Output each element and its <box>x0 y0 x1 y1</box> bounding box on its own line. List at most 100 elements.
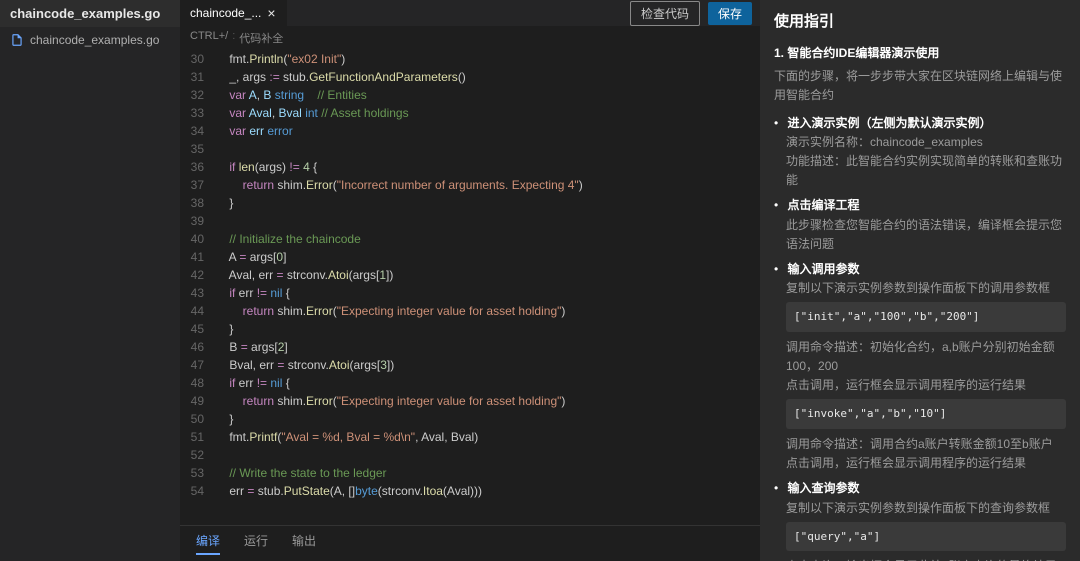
line-source[interactable]: fmt.Println("ex02 Init") <box>216 50 345 68</box>
line-number: 51 <box>180 428 216 446</box>
tab-bar: chaincode_... × 检查代码 保存 <box>180 0 760 26</box>
close-icon[interactable]: × <box>267 6 275 20</box>
code-editor[interactable]: 30 fmt.Println("ex02 Init")31 _, args :=… <box>180 50 760 525</box>
file-tree: chaincode_examples.go <box>0 27 180 561</box>
code-line[interactable]: 37 return shim.Error("Incorrect number o… <box>180 176 760 194</box>
line-source[interactable]: } <box>216 410 233 428</box>
line-number: 50 <box>180 410 216 428</box>
line-source[interactable]: A = args[0] <box>216 248 286 266</box>
guide-panel[interactable]: 使用指引 1. 智能合约IDE编辑器演示使用 下面的步骤，将一步步带大家在区块链… <box>760 0 1080 561</box>
line-source[interactable]: var err error <box>216 122 293 140</box>
line-source[interactable]: return shim.Error("Incorrect number of a… <box>216 176 583 194</box>
line-source[interactable]: err = stub.PutState(A, []byte(strconv.It… <box>216 482 482 500</box>
line-number: 45 <box>180 320 216 338</box>
file-explorer: chaincode_examples.go chaincode_examples… <box>0 0 180 561</box>
line-source[interactable]: B = args[2] <box>216 338 288 356</box>
line-source[interactable]: fmt.Printf("Aval = %d, Bval = %d\n", Ava… <box>216 428 478 446</box>
guide-section-1: 1. 智能合约IDE编辑器演示使用 <box>774 44 1066 63</box>
code-line[interactable]: 38 } <box>180 194 760 212</box>
code-line[interactable]: 34 var err error <box>180 122 760 140</box>
code-line[interactable]: 42 Aval, err = strconv.Atoi(args[1]) <box>180 266 760 284</box>
line-source[interactable]: if err != nil { <box>216 374 290 392</box>
code-line[interactable]: 40 // Initialize the chaincode <box>180 230 760 248</box>
output-tab-bar: 编译 运行 输出 <box>180 525 760 561</box>
code-line[interactable]: 45 } <box>180 320 760 338</box>
code-sample-init[interactable]: ["init","a","100","b","200"] <box>786 302 1066 332</box>
line-number: 44 <box>180 302 216 320</box>
line-number: 49 <box>180 392 216 410</box>
explorer-title: chaincode_examples.go <box>0 0 180 27</box>
bullet-compile: 点击编译工程 此步骤检查您智能合约的语法错误，编译框会提示您语法问题 <box>774 196 1066 254</box>
line-number: 39 <box>180 212 216 230</box>
code-line[interactable]: 46 B = args[2] <box>180 338 760 356</box>
code-line[interactable]: 49 return shim.Error("Expecting integer … <box>180 392 760 410</box>
code-line[interactable]: 48 if err != nil { <box>180 374 760 392</box>
line-number: 32 <box>180 86 216 104</box>
line-source[interactable]: var Aval, Bval int // Asset holdings <box>216 104 409 122</box>
file-icon <box>10 33 24 47</box>
line-number: 38 <box>180 194 216 212</box>
line-source[interactable]: Aval, err = strconv.Atoi(args[1]) <box>216 266 393 284</box>
code-line[interactable]: 41 A = args[0] <box>180 248 760 266</box>
editor-pane: chaincode_... × 检查代码 保存 CTRL+/ : 代码补全 30… <box>180 0 760 561</box>
code-line[interactable]: 54 err = stub.PutState(A, []byte(strconv… <box>180 482 760 500</box>
line-number: 30 <box>180 50 216 68</box>
line-source[interactable]: // Initialize the chaincode <box>216 230 361 248</box>
file-item[interactable]: chaincode_examples.go <box>0 27 180 53</box>
line-source[interactable]: if err != nil { <box>216 284 290 302</box>
line-source[interactable]: // Write the state to the ledger <box>216 464 387 482</box>
code-line[interactable]: 44 return shim.Error("Expecting integer … <box>180 302 760 320</box>
line-number: 31 <box>180 68 216 86</box>
code-line[interactable]: 52 <box>180 446 760 464</box>
check-code-button[interactable]: 检查代码 <box>630 1 700 26</box>
code-line[interactable]: 39 <box>180 212 760 230</box>
tab-run[interactable]: 运行 <box>244 532 268 555</box>
line-source[interactable]: return shim.Error("Expecting integer val… <box>216 302 565 320</box>
line-number: 41 <box>180 248 216 266</box>
code-line[interactable]: 31 _, args := stub.GetFunctionAndParamet… <box>180 68 760 86</box>
tab-compile[interactable]: 编译 <box>196 532 220 555</box>
line-source[interactable]: var A, B string // Entities <box>216 86 367 104</box>
code-line[interactable]: 51 fmt.Printf("Aval = %d, Bval = %d\n", … <box>180 428 760 446</box>
line-number: 52 <box>180 446 216 464</box>
code-line[interactable]: 35 <box>180 140 760 158</box>
line-source[interactable]: } <box>216 194 233 212</box>
bullet-query-params: 输入查询参数 复制以下演示实例参数到操作面板下的查询参数框 ["query","… <box>774 479 1066 561</box>
guide-title: 使用指引 <box>774 10 1066 34</box>
code-line[interactable]: 47 Bval, err = strconv.Atoi(args[3]) <box>180 356 760 374</box>
shortcut-hint: CTRL+/ : 代码补全 <box>180 26 760 50</box>
guide-section-1-desc: 下面的步骤，将一步步带大家在区块链网络上编辑与使用智能合约 <box>774 67 1066 105</box>
line-source[interactable]: Bval, err = strconv.Atoi(args[3]) <box>216 356 394 374</box>
line-number: 40 <box>180 230 216 248</box>
bullet-demo-instance: 进入演示实例（左侧为默认演示实例） 演示实例名称：chaincode_examp… <box>774 114 1066 191</box>
code-line[interactable]: 53 // Write the state to the ledger <box>180 464 760 482</box>
file-name: chaincode_examples.go <box>30 33 159 47</box>
bullet-invoke-params: 输入调用参数 复制以下演示实例参数到操作面板下的调用参数框 ["init","a… <box>774 260 1066 474</box>
code-sample-invoke[interactable]: ["invoke","a","b","10"] <box>786 399 1066 429</box>
line-number: 53 <box>180 464 216 482</box>
code-line[interactable]: 36 if len(args) != 4 { <box>180 158 760 176</box>
line-number: 42 <box>180 266 216 284</box>
line-source[interactable]: _, args := stub.GetFunctionAndParameters… <box>216 68 466 86</box>
code-sample-query[interactable]: ["query","a"] <box>786 522 1066 552</box>
line-number: 35 <box>180 140 216 158</box>
line-number: 36 <box>180 158 216 176</box>
code-line[interactable]: 43 if err != nil { <box>180 284 760 302</box>
line-source[interactable]: } <box>216 320 233 338</box>
line-number: 43 <box>180 284 216 302</box>
line-number: 37 <box>180 176 216 194</box>
line-number: 33 <box>180 104 216 122</box>
code-line[interactable]: 50 } <box>180 410 760 428</box>
save-button[interactable]: 保存 <box>708 2 752 25</box>
line-number: 54 <box>180 482 216 500</box>
code-line[interactable]: 30 fmt.Println("ex02 Init") <box>180 50 760 68</box>
tab-chaincode[interactable]: chaincode_... × <box>180 0 287 26</box>
shortcut-combo: CTRL+/ <box>190 30 228 46</box>
line-number: 48 <box>180 374 216 392</box>
line-source[interactable]: return shim.Error("Expecting integer val… <box>216 392 565 410</box>
code-line[interactable]: 33 var Aval, Bval int // Asset holdings <box>180 104 760 122</box>
code-line[interactable]: 32 var A, B string // Entities <box>180 86 760 104</box>
shortcut-text: 代码补全 <box>239 30 283 46</box>
tab-output[interactable]: 输出 <box>292 532 316 555</box>
line-source[interactable]: if len(args) != 4 { <box>216 158 317 176</box>
